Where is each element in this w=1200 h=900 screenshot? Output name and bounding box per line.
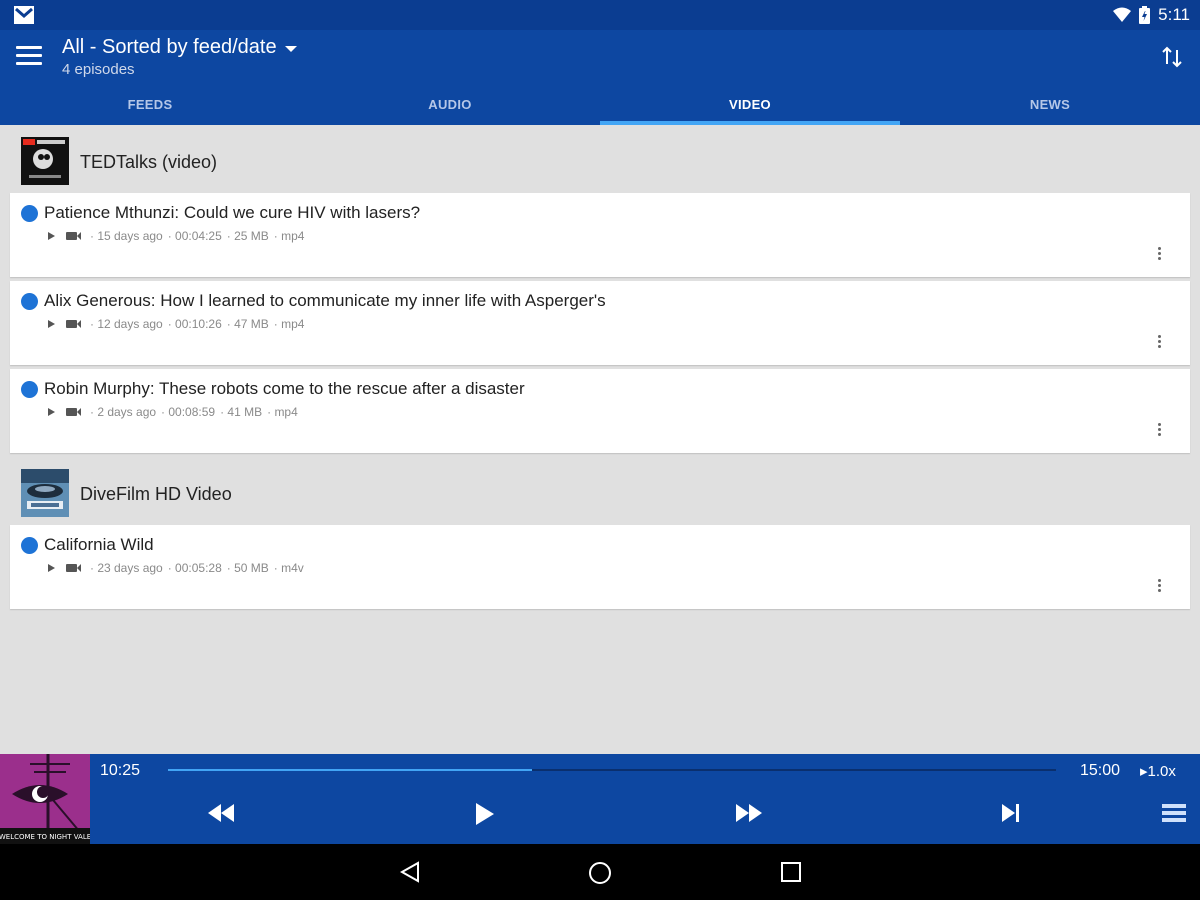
episode-title: Patience Mthunzi: Could we cure HIV with… (44, 203, 421, 222)
feed-title: TEDTalks (video) (80, 152, 218, 172)
now-playing-cover[interactable]: WELCOME TO NIGHT VALE (0, 754, 90, 844)
episode-format: · mp4 (267, 405, 298, 419)
clock: 5:11 (1158, 5, 1190, 24)
video-camera-icon (66, 232, 81, 240)
more-options-icon[interactable] (1158, 335, 1162, 351)
video-camera-icon (66, 564, 81, 572)
episode-meta: · 15 days ago · 00:04:25 · 25 MB · mp4 (48, 229, 304, 243)
episode-title: Alix Generous: How I learned to communic… (44, 291, 606, 310)
episode-age: · 2 days ago (90, 405, 157, 419)
feed-header[interactable]: DiveFilm HD Video (0, 457, 1200, 525)
status-bar: 5:11 (0, 0, 1200, 30)
queue-icon[interactable] (1162, 804, 1186, 826)
episode-item[interactable]: California Wild · 23 days ago · 00:05:28… (10, 525, 1190, 609)
system-nav-bar (0, 844, 1200, 900)
video-camera-icon (66, 408, 81, 416)
unplayed-dot-icon (21, 205, 38, 222)
episode-item[interactable]: Patience Mthunzi: Could we cure HIV with… (10, 193, 1190, 277)
toolbar: All - Sorted by feed/date 4 episodes (0, 30, 1200, 90)
feed-title: DiveFilm HD Video (80, 484, 232, 504)
unplayed-dot-icon (21, 381, 38, 398)
episode-meta: · 12 days ago · 00:10:26 · 47 MB · mp4 (48, 317, 304, 331)
episode-size: · 25 MB (226, 229, 269, 243)
page-title: All - Sorted by feed/date (62, 36, 277, 58)
dropdown-caret-icon (284, 45, 297, 52)
play-icon (48, 408, 55, 416)
recents-icon[interactable] (780, 861, 802, 883)
more-options-icon[interactable] (1158, 579, 1162, 595)
play-button-icon[interactable] (474, 802, 496, 826)
unplayed-dot-icon (21, 293, 38, 310)
more-options-icon[interactable] (1158, 423, 1162, 439)
episode-duration: · 00:04:25 (167, 229, 222, 243)
progress-bar[interactable] (168, 769, 1056, 771)
episode-title: Robin Murphy: These robots come to the r… (44, 379, 525, 398)
tab-video[interactable]: VIDEO (600, 90, 900, 125)
episode-size: · 50 MB (226, 561, 269, 575)
playback-speed-button[interactable]: ▸1.0x (1140, 762, 1176, 780)
episode-age: · 12 days ago (90, 317, 163, 331)
episode-meta: · 23 days ago · 00:05:28 · 50 MB · m4v (48, 561, 304, 575)
play-icon (48, 564, 55, 572)
episode-title: California Wild (44, 535, 154, 554)
tab-news[interactable]: NEWS (900, 90, 1200, 125)
back-icon[interactable] (398, 861, 422, 883)
episode-item[interactable]: Alix Generous: How I learned to communic… (10, 281, 1190, 365)
play-icon (48, 320, 55, 328)
progress-fill (168, 769, 533, 771)
home-icon[interactable] (588, 861, 612, 885)
media-player: WELCOME TO NIGHT VALE 10:25 15:00 ▸1.0x (0, 754, 1200, 844)
episode-age: · 15 days ago (90, 229, 163, 243)
episode-age: · 23 days ago (90, 561, 163, 575)
rewind-icon[interactable] (206, 802, 236, 824)
episode-list: TEDTalks (video) Patience Mthunzi: Could… (0, 125, 1200, 754)
skip-next-icon[interactable] (1000, 802, 1022, 824)
total-time: 15:00 (1080, 762, 1121, 779)
episode-format: · m4v (273, 561, 304, 575)
tab-audio[interactable]: AUDIO (300, 90, 600, 125)
menu-icon[interactable] (16, 46, 42, 68)
current-time: 10:25 (100, 762, 141, 779)
more-options-icon[interactable] (1158, 247, 1162, 263)
video-camera-icon (66, 320, 81, 328)
episode-format: · mp4 (273, 317, 305, 331)
episode-format: · mp4 (273, 229, 305, 243)
cover-text: WELCOME TO NIGHT VALE (0, 833, 90, 841)
play-icon (48, 232, 55, 240)
wifi-icon (1113, 7, 1132, 22)
episode-item[interactable]: Robin Murphy: These robots come to the r… (10, 369, 1190, 453)
gmail-notification-icon (14, 6, 34, 24)
episode-duration: · 00:05:28 (167, 561, 222, 575)
feed-thumbnail (21, 469, 69, 517)
episode-meta: · 2 days ago · 00:08:59 · 41 MB · mp4 (48, 405, 298, 419)
sort-icon[interactable] (1160, 44, 1184, 70)
filter-dropdown[interactable]: All - Sorted by feed/date (62, 36, 297, 59)
feed-header[interactable]: TEDTalks (video) (0, 125, 1200, 193)
playback-speed: 1.0x (1147, 763, 1176, 780)
episode-duration: · 00:10:26 (167, 317, 222, 331)
episode-duration: · 00:08:59 (161, 405, 216, 419)
episode-count: 4 episodes (62, 61, 135, 78)
unplayed-dot-icon (21, 537, 38, 554)
episode-size: · 47 MB (226, 317, 269, 331)
battery-icon (1139, 6, 1151, 24)
episode-size: · 41 MB (220, 405, 263, 419)
tab-feeds[interactable]: FEEDS (0, 90, 300, 125)
feed-thumbnail (21, 137, 69, 185)
tab-bar: FEEDS AUDIO VIDEO NEWS (0, 90, 1200, 125)
fast-forward-icon[interactable] (734, 802, 764, 824)
